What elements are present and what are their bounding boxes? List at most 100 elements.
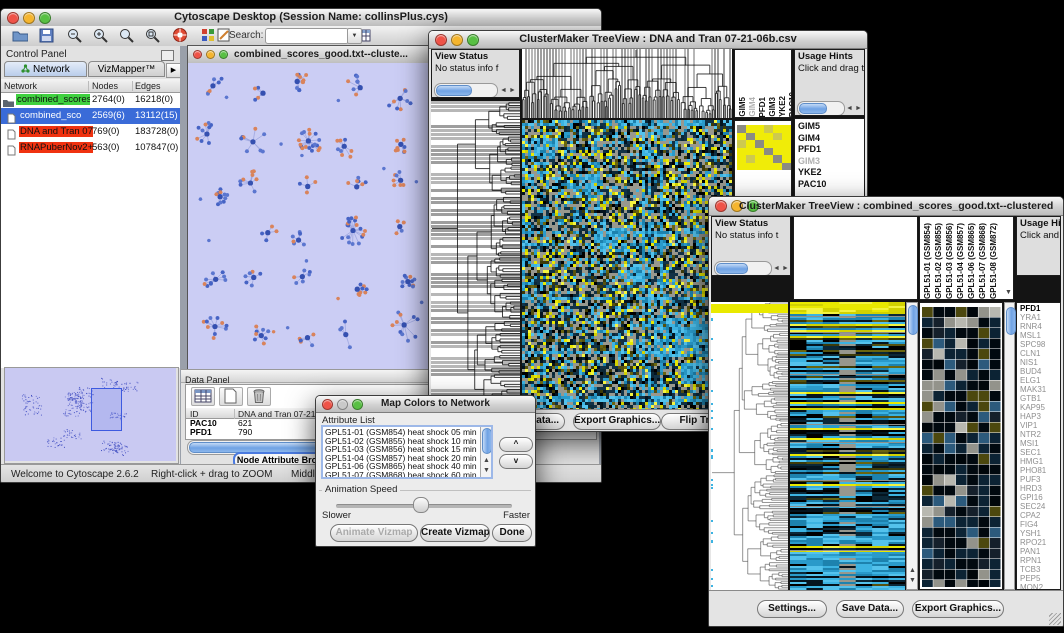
tv1-row-label[interactable]: GIM4 bbox=[798, 133, 864, 145]
close-button[interactable] bbox=[435, 34, 447, 46]
tv2-gene-label[interactable]: HRD3 bbox=[1020, 484, 1060, 493]
tv2-gene-label[interactable]: HMG1 bbox=[1020, 457, 1060, 466]
close-button[interactable] bbox=[193, 50, 202, 59]
tv2-sub-column-labels[interactable]: GPL51-01 (GSM854)GPL51-02 (GSM855)GPL51-… bbox=[919, 216, 1014, 300]
tv2-heatmap-vscrollbar[interactable]: ▲ ▼ bbox=[906, 302, 918, 590]
tv2-gene-label[interactable]: PEP5 bbox=[1020, 574, 1060, 583]
scroll-down-icon[interactable]: ▼ bbox=[1005, 287, 1012, 298]
move-down-button[interactable]: v bbox=[499, 454, 533, 469]
tv2-gene-label[interactable]: MSI1 bbox=[1020, 439, 1060, 448]
tv1-row-dendrogram[interactable] bbox=[431, 101, 520, 409]
tv2-gene-label[interactable]: PUF3 bbox=[1020, 475, 1060, 484]
save-session-icon[interactable] bbox=[35, 27, 57, 44]
tv1-row-label[interactable]: GIM5 bbox=[798, 121, 864, 133]
cytoscape-titlebar[interactable]: Cytoscape Desktop (Session Name: collins… bbox=[1, 9, 601, 27]
tv2-gene-label[interactable]: GPI16 bbox=[1020, 493, 1060, 502]
birdseye-canvas[interactable] bbox=[5, 368, 176, 461]
tv2-gene-label[interactable]: SEC24 bbox=[1020, 502, 1060, 511]
scroll-down-icon[interactable]: ▼ bbox=[483, 465, 490, 476]
network-canvas[interactable] bbox=[188, 63, 432, 370]
tv2-gene-label[interactable]: FIG4 bbox=[1020, 520, 1060, 529]
speed-slider-thumb[interactable] bbox=[413, 497, 429, 513]
tv1-row-label[interactable]: YKE2 bbox=[798, 167, 864, 179]
help-icon[interactable] bbox=[169, 27, 191, 44]
search-input[interactable] bbox=[265, 28, 349, 44]
scroll-down-icon[interactable]: ▼ bbox=[909, 575, 916, 586]
network-view-titlebar[interactable]: combined_scores_good.txt--cluste... bbox=[188, 46, 434, 64]
tv2-column-label[interactable]: GPL51-06 (GSM865) bbox=[967, 223, 976, 299]
network-table-header[interactable]: Network Nodes Edges bbox=[1, 79, 180, 93]
tv2-gene-label[interactable]: RPN1 bbox=[1020, 556, 1060, 565]
tab-vizmapper[interactable]: VizMapper™ bbox=[88, 61, 165, 77]
attribute-item[interactable]: GPL51-07 (GSM868) heat shock 60 min bbox=[325, 471, 491, 479]
tv2-gene-label[interactable]: KAP95 bbox=[1020, 403, 1060, 412]
tv2-gene-label[interactable]: PFD1 bbox=[1020, 304, 1060, 313]
scroll-left-icon[interactable]: ◄ bbox=[773, 263, 780, 274]
delete-attribute-icon[interactable] bbox=[247, 387, 271, 406]
export-graphics-button[interactable]: Export Graphics... bbox=[912, 600, 1004, 618]
treeview1-titlebar[interactable]: ClusterMaker TreeView : DNA and Tran 07-… bbox=[429, 31, 867, 49]
treeview2-titlebar[interactable]: ClusterMaker TreeView : combined_scores_… bbox=[709, 197, 1063, 216]
attribute-list[interactable]: GPL51-01 (GSM854) heat shock 05 minGPL51… bbox=[321, 425, 493, 479]
close-button[interactable] bbox=[7, 12, 19, 24]
tv2-gene-label[interactable]: MSL1 bbox=[1020, 331, 1060, 340]
tv2-gene-list[interactable]: PFD1YRA1RNR4MSL1SPC98CLN1NIS1BUD4ELG1MAK… bbox=[1016, 302, 1061, 590]
tv2-gene-label[interactable]: MAK31 bbox=[1020, 385, 1060, 394]
dialog-titlebar[interactable]: Map Colors to Network bbox=[316, 396, 535, 413]
scroll-left-icon[interactable]: ◄ bbox=[846, 103, 853, 114]
tv2-gene-label[interactable]: TCB3 bbox=[1020, 565, 1060, 574]
tv2-gene-label[interactable]: NTR2 bbox=[1020, 430, 1060, 439]
float-panel-icon[interactable] bbox=[161, 50, 174, 61]
tv2-column-label[interactable]: GPL51-08 (GSM872) bbox=[989, 223, 998, 299]
zoom-fit-icon[interactable] bbox=[141, 27, 163, 44]
tv2-gene-label[interactable]: YRA1 bbox=[1020, 313, 1060, 322]
resize-grip[interactable] bbox=[1049, 613, 1061, 625]
tv2-column-label[interactable]: GPL51-01 (GSM854) bbox=[923, 223, 932, 299]
tv2-gene-label[interactable]: NIS1 bbox=[1020, 358, 1060, 367]
tv2-heatmap[interactable] bbox=[790, 302, 905, 590]
settings-button[interactable]: Settings... bbox=[757, 600, 827, 618]
tv2-gene-label[interactable]: RPO21 bbox=[1020, 538, 1060, 547]
tv1-status-hscrollbar[interactable] bbox=[434, 83, 498, 98]
tv2-column-label[interactable]: GPL51-07 (GSM868) bbox=[978, 223, 987, 299]
tv2-gene-label[interactable]: VIP1 bbox=[1020, 421, 1060, 430]
tv2-gene-label[interactable]: PHO81 bbox=[1020, 466, 1060, 475]
search-dropdown-icon[interactable]: ▼ bbox=[347, 28, 362, 44]
network-table-row[interactable]: combined_sco2569(6)13112(15) bbox=[1, 108, 180, 124]
tv2-status-hscrollbar[interactable] bbox=[714, 261, 772, 276]
save-data-button[interactable]: Save Data... bbox=[836, 600, 904, 618]
move-up-button[interactable]: ^ bbox=[499, 437, 533, 452]
tv1-column-label[interactable]: GIM3 bbox=[768, 97, 777, 117]
tv2-gene-label[interactable]: MON2 bbox=[1020, 583, 1060, 590]
tv2-row-dendrogram[interactable] bbox=[711, 302, 788, 590]
scroll-right-icon[interactable]: ► bbox=[855, 103, 862, 114]
tv2-gene-label[interactable]: YSH1 bbox=[1020, 529, 1060, 538]
tv1-row-label[interactable]: PAC10 bbox=[798, 179, 864, 191]
tv1-heatmap[interactable] bbox=[522, 120, 732, 409]
tv1-column-label[interactable]: YKE2 bbox=[778, 96, 787, 117]
scroll-left-icon[interactable]: ◄ bbox=[500, 85, 507, 96]
export-graphics-button[interactable]: Export Graphics... bbox=[573, 413, 661, 430]
tv2-column-label[interactable]: GPL51-03 (GSM856) bbox=[945, 223, 954, 299]
zoom-in-icon[interactable] bbox=[89, 27, 111, 44]
tv1-column-label[interactable]: PFD1 bbox=[758, 97, 767, 117]
new-attribute-icon[interactable] bbox=[219, 387, 243, 406]
open-network-icon[interactable] bbox=[9, 27, 31, 44]
scroll-right-icon[interactable]: ► bbox=[782, 263, 789, 274]
tv2-column-label[interactable]: GPL51-02 (GSM855) bbox=[934, 223, 943, 299]
zoom-actual-icon[interactable] bbox=[115, 27, 137, 44]
tv1-usage-hscrollbar[interactable] bbox=[797, 101, 845, 116]
tv2-gene-label[interactable]: RNR4 bbox=[1020, 322, 1060, 331]
tv1-column-labels[interactable]: GIM5GIM4PFD1GIM3YKE2PAC10 bbox=[734, 49, 792, 118]
tv2-gene-label[interactable]: CLN1 bbox=[1020, 349, 1060, 358]
tv2-zoom-heatmap[interactable] bbox=[922, 307, 1001, 587]
tv1-column-label[interactable]: PAC10 bbox=[788, 92, 792, 117]
tv2-zoom-vscrollbar[interactable] bbox=[1004, 302, 1015, 590]
attribute-grid-icon[interactable] bbox=[191, 387, 215, 406]
tv2-gene-label[interactable]: GTB1 bbox=[1020, 394, 1060, 403]
tv1-column-label[interactable]: GIM4 bbox=[748, 97, 757, 117]
create-vizmap-button[interactable]: Create Vizmap bbox=[420, 524, 490, 542]
scroll-right-icon[interactable]: ► bbox=[509, 85, 516, 96]
minimize-button[interactable] bbox=[206, 50, 215, 59]
tv2-gene-label[interactable]: SEC1 bbox=[1020, 448, 1060, 457]
